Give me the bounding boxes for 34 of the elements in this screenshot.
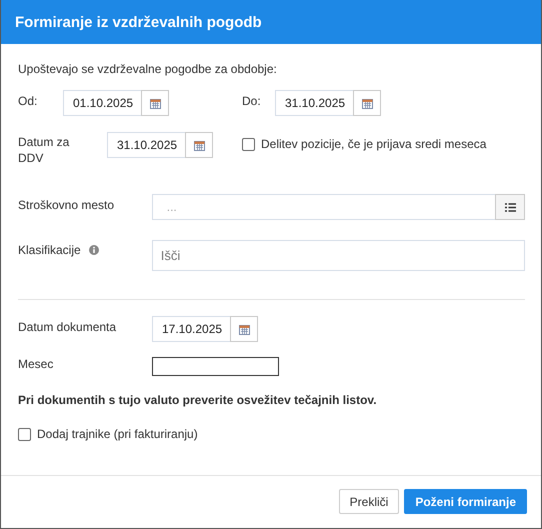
checkbox[interactable] xyxy=(242,138,255,150)
date-field[interactable]: 31.10.2025 xyxy=(275,90,353,116)
start-button[interactable]: Poženi formiranje xyxy=(404,489,527,514)
notice-text: Pri dokumentih s tujo valuto preverite osvežitev tečajnih listov. xyxy=(18,393,378,407)
field-label: Do: xyxy=(242,93,262,108)
field-label: Datum dokumenta xyxy=(18,319,118,334)
search-field[interactable]: Išči xyxy=(152,240,525,271)
calendar-icon xyxy=(238,324,250,334)
list-button[interactable] xyxy=(495,194,525,220)
checkbox[interactable] xyxy=(18,428,31,440)
checkbox-label: Delitev pozicije, če je prijava sredi meseca xyxy=(261,137,486,151)
calendar-button[interactable] xyxy=(230,316,258,342)
list-icon xyxy=(504,202,516,212)
intro-text: Upoštevajo se vzdrževalne pogodbe za obdobje: xyxy=(18,62,278,76)
calendar-button[interactable] xyxy=(353,90,381,116)
field-label: Od: xyxy=(18,93,38,108)
dialog-title: Formiranje iz vzdrževalnih pogodb xyxy=(1,0,541,44)
month-field[interactable] xyxy=(152,357,279,376)
cost-center-field[interactable]: ... xyxy=(152,194,495,220)
calendar-icon xyxy=(362,98,372,108)
calendar-button[interactable] xyxy=(141,90,169,116)
cancel-button[interactable]: Prekliči xyxy=(338,489,400,514)
calendar-icon xyxy=(194,140,204,150)
date-field[interactable]: 01.10.2025 xyxy=(63,90,141,116)
date-field[interactable]: 31.10.2025 xyxy=(107,132,185,158)
checkbox-label: Dodaj trajnike (pri fakturiranju) xyxy=(37,427,198,441)
calendar-button[interactable] xyxy=(185,132,213,158)
field-label: Klasifikacije xyxy=(18,243,81,257)
info-icon[interactable] xyxy=(88,245,99,255)
date-field[interactable]: 17.10.2025 xyxy=(152,316,230,342)
field-label: Datum za DDV xyxy=(18,134,70,166)
calendar-icon xyxy=(150,98,160,108)
field-label: Stroškovno mesto xyxy=(18,197,116,212)
field-label: Mesec xyxy=(18,357,54,371)
